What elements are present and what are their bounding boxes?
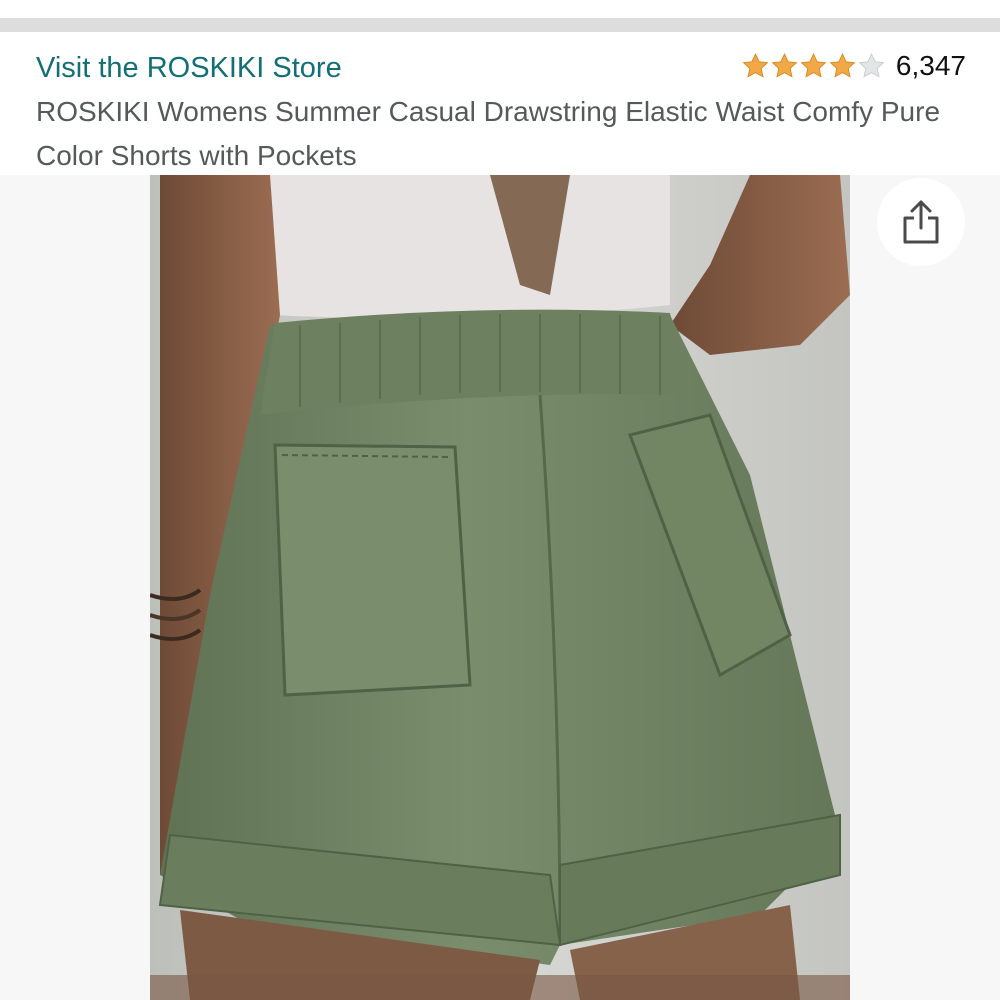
star-icon: [800, 53, 827, 78]
product-title: ROSKIKI Womens Summer Casual Drawstring …: [36, 96, 941, 171]
product-header: Visit the ROSKIKI Store 6,347 ROSKIKI Wo…: [0, 32, 1000, 175]
star-empty-icon: [858, 53, 885, 78]
top-divider: [0, 18, 1000, 32]
star-icon: [742, 53, 769, 78]
rating-summary[interactable]: 6,347: [741, 48, 966, 84]
product-image-gallery[interactable]: [0, 175, 1000, 1000]
share-button[interactable]: [877, 178, 965, 266]
star-icon: [771, 53, 798, 78]
star-rating: [741, 52, 886, 80]
visit-store-link[interactable]: Visit the ROSKIKI Store: [36, 50, 342, 86]
share-icon: [903, 200, 939, 244]
status-bar-area: [0, 0, 1000, 18]
shorts-illustration: [150, 175, 850, 1000]
star-icon: [829, 53, 856, 78]
rating-count: 6,347: [895, 50, 966, 81]
product-image[interactable]: [150, 175, 850, 1000]
